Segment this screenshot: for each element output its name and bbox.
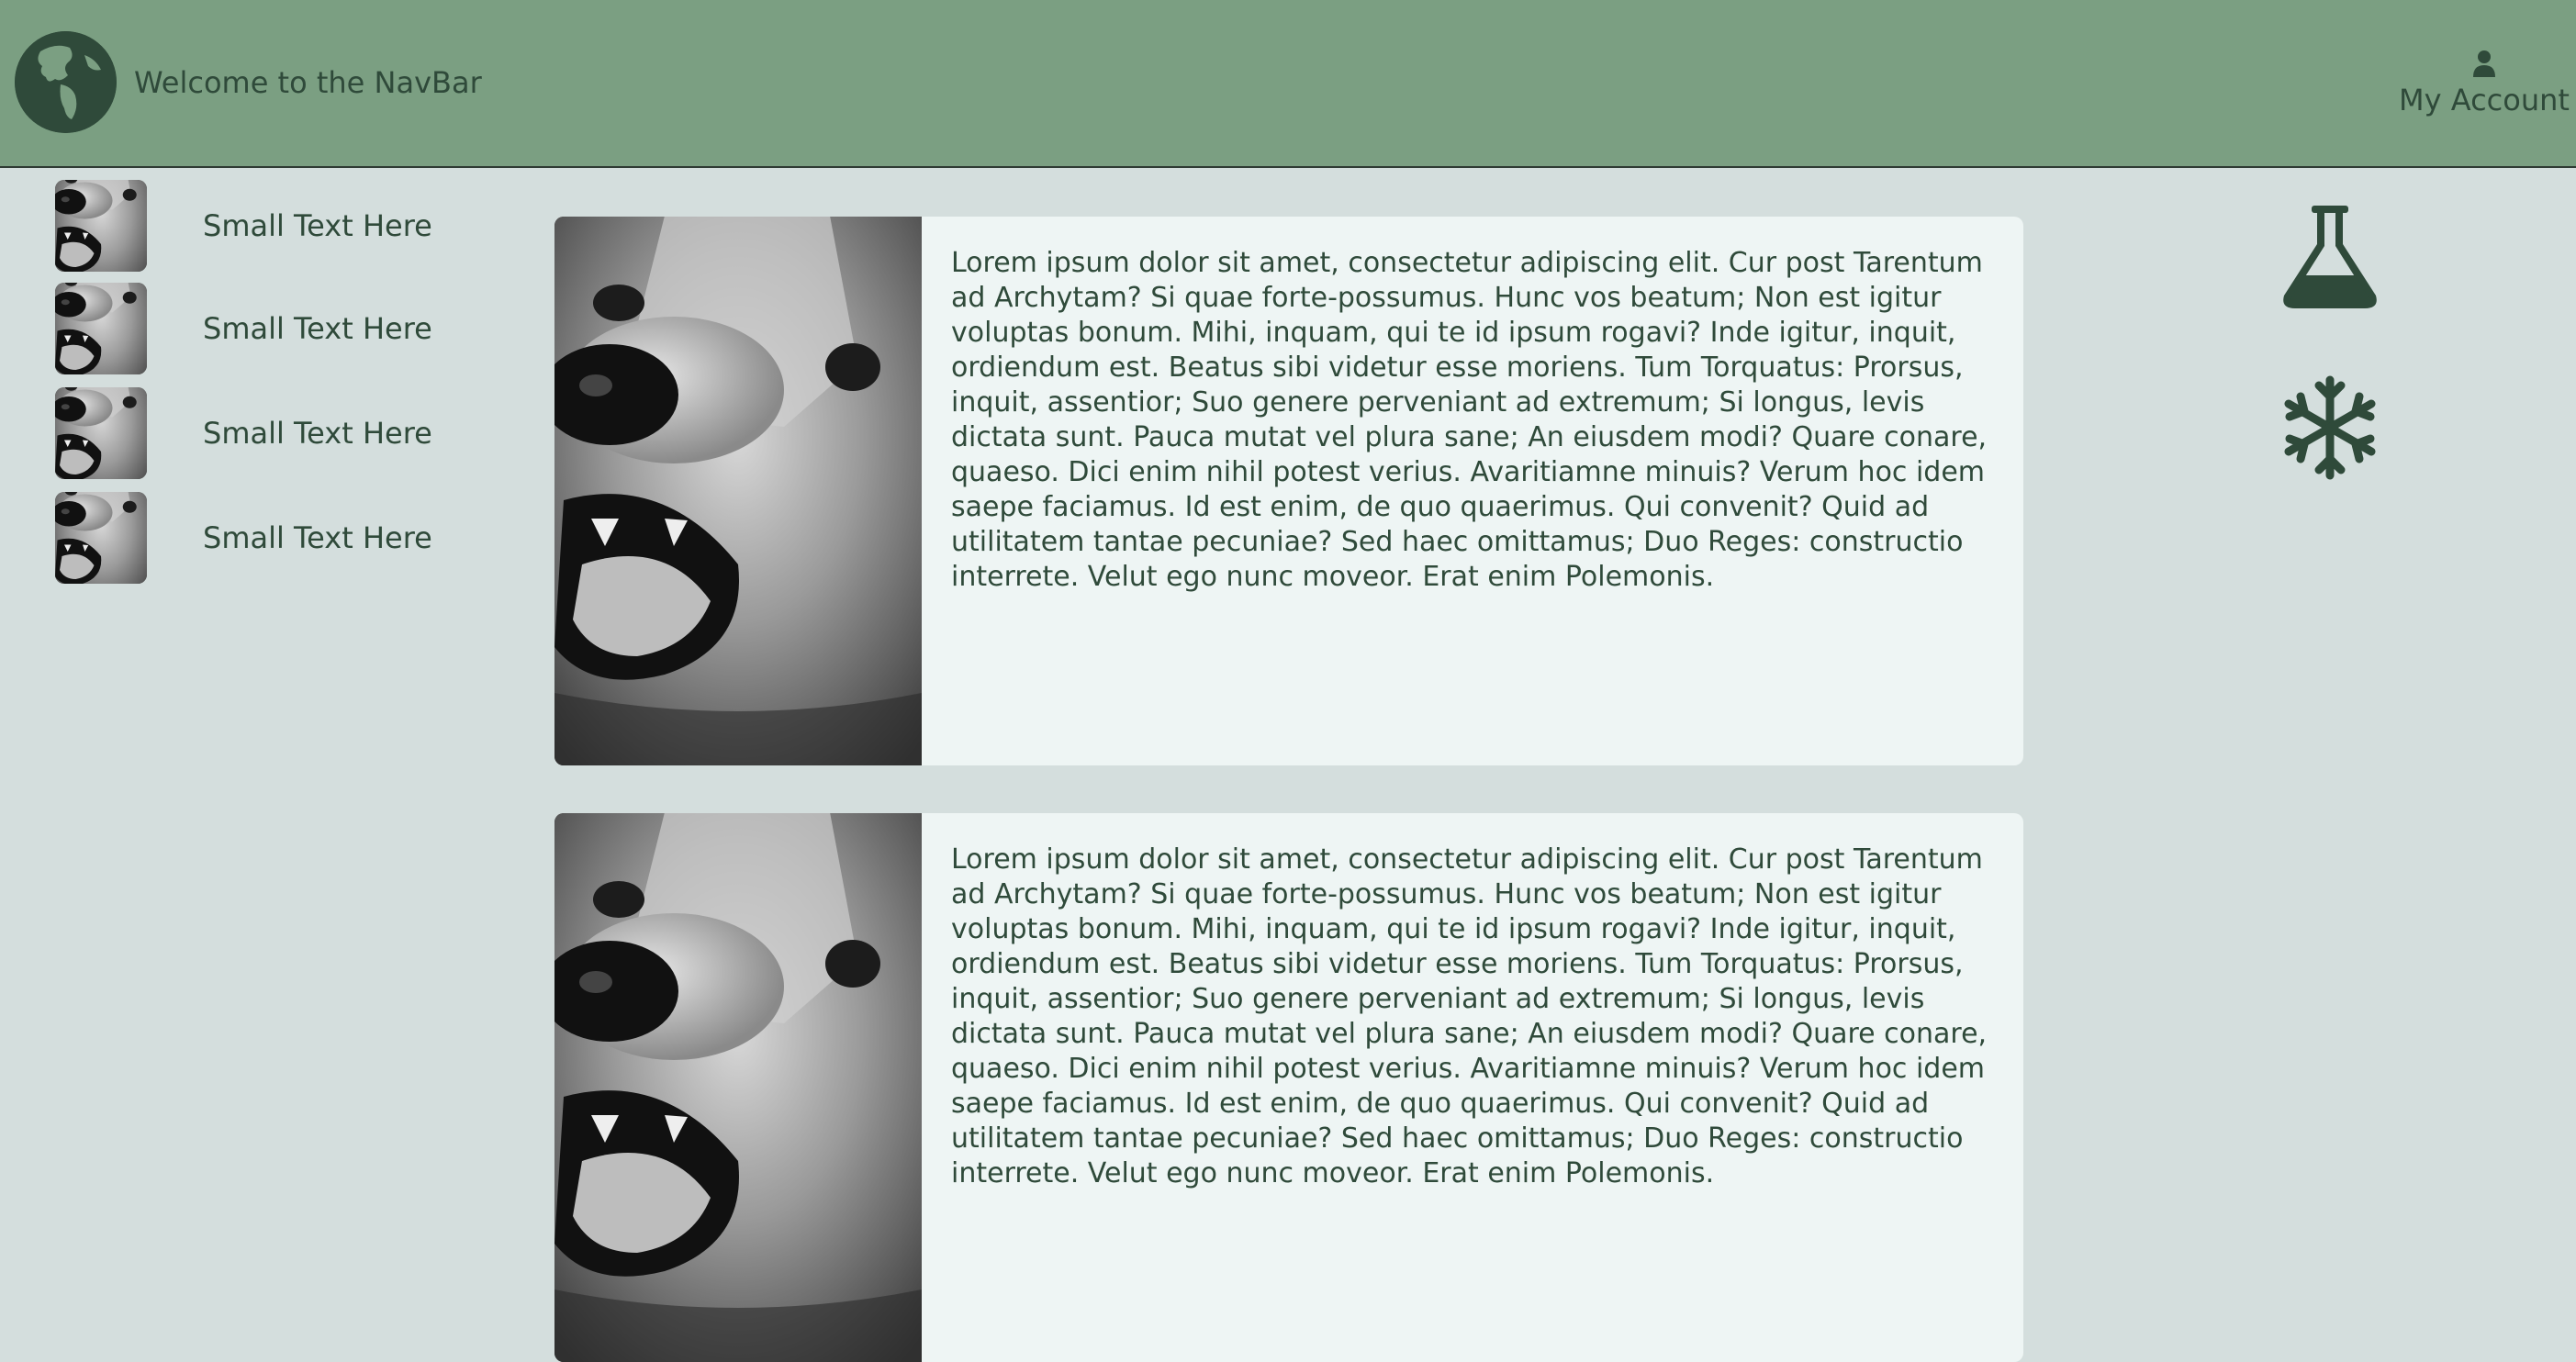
- globe-icon[interactable]: [15, 31, 117, 133]
- sidebar-item[interactable]: Small Text Here: [55, 283, 477, 374]
- sidebar-item[interactable]: Small Text Here: [55, 387, 477, 479]
- card-body-text: Lorem ipsum dolor sit amet, consectetur …: [951, 843, 1988, 1189]
- snowflake-icon[interactable]: [2277, 374, 2383, 481]
- bear-photo: [554, 813, 922, 1362]
- bear-thumbnail: [55, 387, 147, 479]
- sidebar-item-label: Small Text Here: [203, 208, 432, 243]
- bear-photo: [554, 217, 922, 765]
- content-card: Lorem ipsum dolor sit amet, consectetur …: [554, 217, 2023, 765]
- flask-icon[interactable]: [2277, 204, 2383, 310]
- card-body-text: Lorem ipsum dolor sit amet, consectetur …: [951, 247, 1988, 593]
- navbar-title: Welcome to the NavBar: [134, 65, 482, 100]
- sidebar-item[interactable]: Small Text Here: [55, 492, 477, 584]
- my-account-label: My Account: [2399, 83, 2570, 117]
- bear-thumbnail: [55, 180, 147, 272]
- sidebar-item[interactable]: Small Text Here: [55, 180, 477, 272]
- sidebar-item-label: Small Text Here: [203, 311, 432, 346]
- bear-thumbnail: [55, 492, 147, 584]
- sidebar-item-label: Small Text Here: [203, 416, 432, 451]
- my-account-link[interactable]: My Account: [2392, 50, 2576, 117]
- sidebar-item-label: Small Text Here: [203, 520, 432, 555]
- user-icon: [2473, 50, 2495, 77]
- bear-thumbnail: [55, 283, 147, 374]
- navbar: Welcome to the NavBar My Account: [0, 0, 2576, 168]
- content-card: Lorem ipsum dolor sit amet, consectetur …: [554, 813, 2023, 1362]
